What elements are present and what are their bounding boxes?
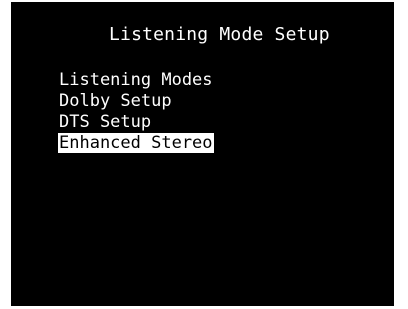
osd-screen: Listening Mode Setup Listening Modes Dol…: [11, 2, 394, 306]
menu-item-dts-setup[interactable]: DTS Setup: [58, 112, 214, 133]
menu-item-dolby-setup[interactable]: Dolby Setup: [58, 91, 214, 112]
menu-item-label: Dolby Setup: [59, 91, 172, 111]
menu-item-listening-modes[interactable]: Listening Modes: [58, 70, 214, 91]
page-title: Listening Mode Setup: [109, 24, 330, 45]
setup-menu: Listening Modes Dolby Setup DTS Setup En…: [58, 70, 214, 154]
menu-item-label: Listening Modes: [59, 70, 213, 90]
menu-item-label: DTS Setup: [59, 112, 152, 132]
menu-item-enhanced-stereo[interactable]: Enhanced Stereo: [58, 133, 214, 154]
menu-item-label: Enhanced Stereo: [58, 133, 214, 153]
